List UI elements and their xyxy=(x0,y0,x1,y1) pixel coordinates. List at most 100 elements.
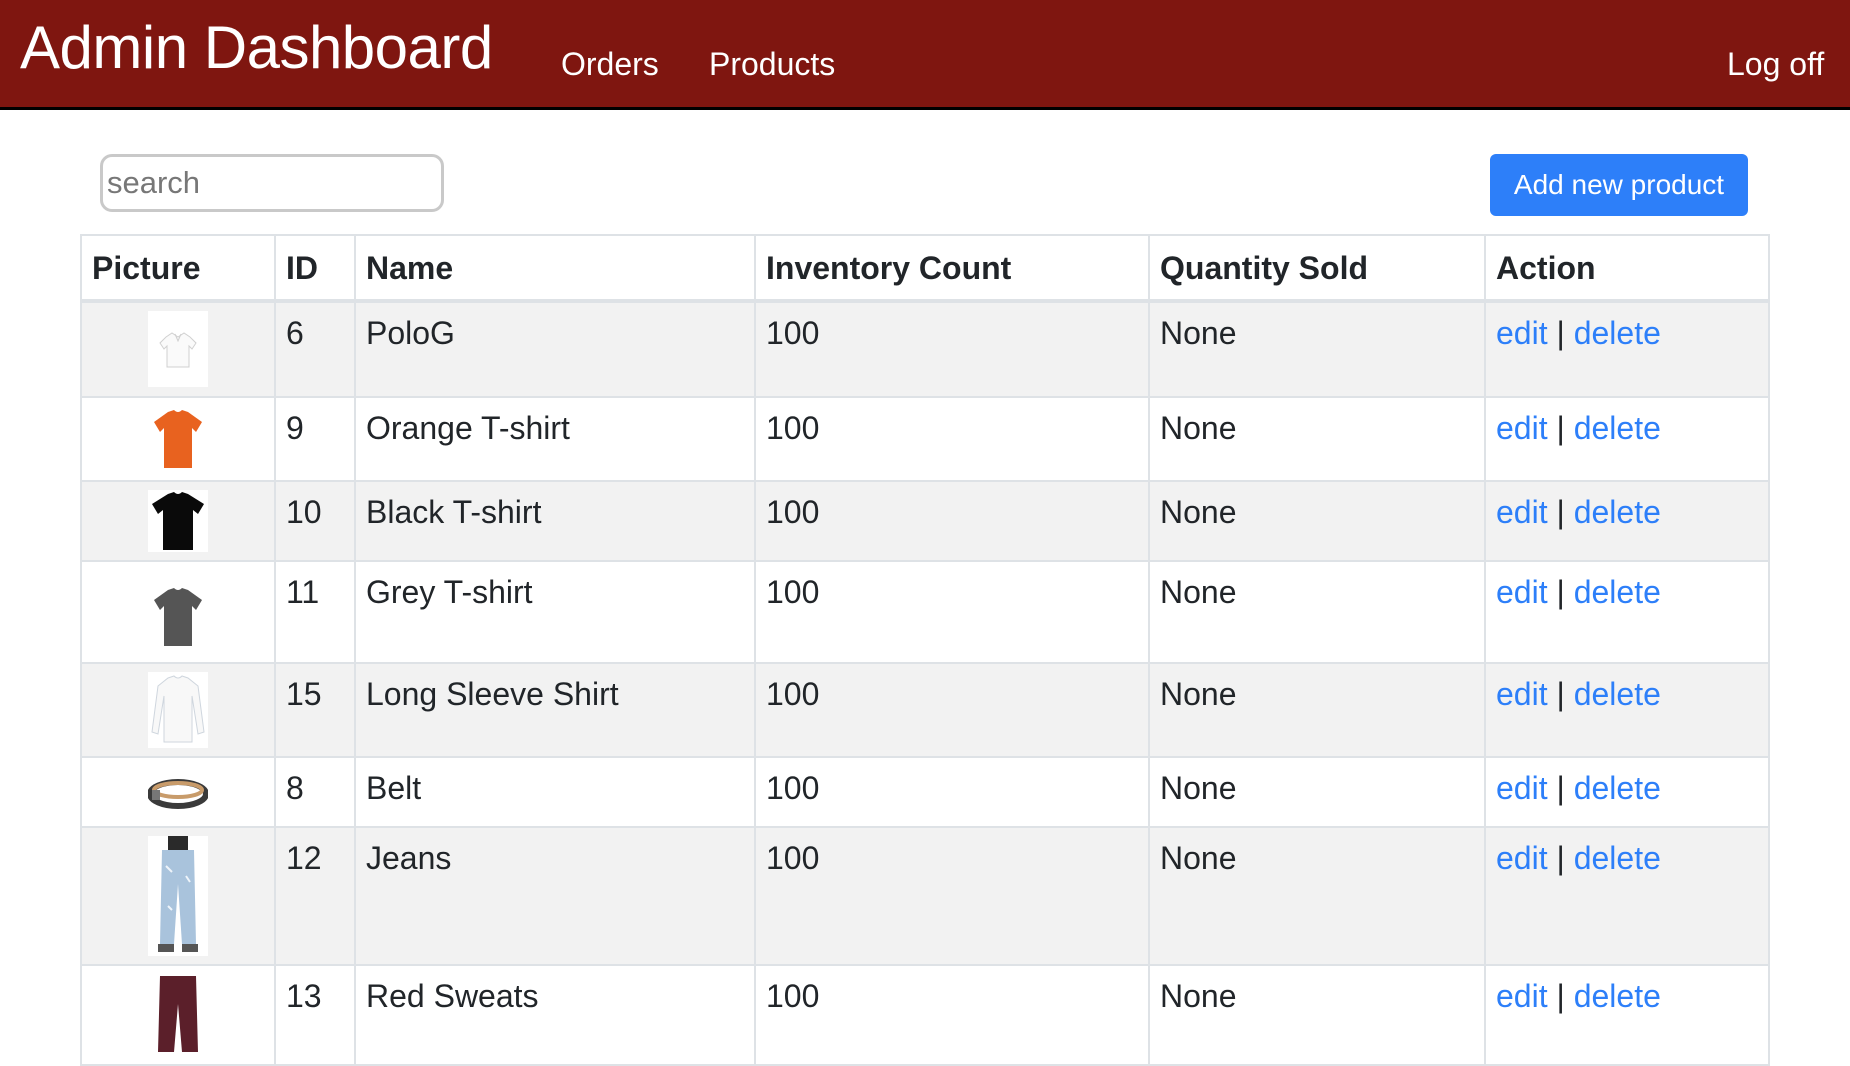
action-separator: | xyxy=(1556,574,1565,610)
action-cell: edit | delete xyxy=(1484,826,1770,966)
name-cell: Red Sweats xyxy=(354,964,756,1066)
edit-link[interactable]: edit xyxy=(1496,574,1548,610)
brand-title[interactable]: Admin Dashboard xyxy=(20,18,493,78)
id-cell: 11 xyxy=(274,560,356,664)
edit-link[interactable]: edit xyxy=(1496,676,1548,712)
inventory-cell: 100 xyxy=(754,396,1150,482)
action-cell: edit | delete xyxy=(1484,480,1770,562)
delete-link[interactable]: delete xyxy=(1574,978,1661,1014)
jeans-icon xyxy=(148,836,208,956)
add-new-product-button[interactable]: Add new product xyxy=(1490,154,1748,216)
delete-link[interactable]: delete xyxy=(1574,410,1661,446)
action-separator: | xyxy=(1556,840,1565,876)
action-cell: edit | delete xyxy=(1484,756,1770,828)
nav-orders[interactable]: Orders xyxy=(561,48,659,80)
table-row: 10 Black T-shirt 100 None edit | delete xyxy=(80,480,1770,562)
inventory-cell: 100 xyxy=(754,300,1150,398)
name-cell: Black T-shirt xyxy=(354,480,756,562)
name-cell: PoloG xyxy=(354,300,756,398)
edit-link[interactable]: edit xyxy=(1496,840,1548,876)
delete-link[interactable]: delete xyxy=(1574,494,1661,530)
action-separator: | xyxy=(1556,315,1565,351)
action-cell: edit | delete xyxy=(1484,662,1770,758)
header-quantity-sold: Quantity Sold xyxy=(1148,234,1486,303)
products-table-container: Picture ID Name Inventory Count Quantity… xyxy=(80,234,1770,1066)
action-cell: edit | delete xyxy=(1484,560,1770,664)
black-tshirt-icon xyxy=(148,490,208,552)
id-cell: 9 xyxy=(274,396,356,482)
table-row: 8 Belt 100 None edit | delete xyxy=(80,756,1770,828)
table-row: 6 PoloG 100 None edit | delete xyxy=(80,300,1770,398)
delete-link[interactable]: delete xyxy=(1574,574,1661,610)
picture-cell xyxy=(80,756,276,828)
name-cell: Belt xyxy=(354,756,756,828)
header-inventory-count: Inventory Count xyxy=(754,234,1150,303)
id-cell: 6 xyxy=(274,300,356,398)
picture-cell xyxy=(80,396,276,482)
inventory-cell: 100 xyxy=(754,826,1150,966)
id-cell: 15 xyxy=(274,662,356,758)
action-separator: | xyxy=(1556,410,1565,446)
picture-cell xyxy=(80,300,276,398)
edit-link[interactable]: edit xyxy=(1496,494,1548,530)
inventory-cell: 100 xyxy=(754,964,1150,1066)
action-cell: edit | delete xyxy=(1484,396,1770,482)
sold-cell: None xyxy=(1148,964,1486,1066)
search-input[interactable] xyxy=(100,154,444,212)
picture-cell xyxy=(80,560,276,664)
id-cell: 8 xyxy=(274,756,356,828)
edit-link[interactable]: edit xyxy=(1496,315,1548,351)
table-header-row: Picture ID Name Inventory Count Quantity… xyxy=(80,234,1770,303)
delete-link[interactable]: delete xyxy=(1574,315,1661,351)
white-polo-icon xyxy=(148,311,208,387)
sold-cell: None xyxy=(1148,300,1486,398)
red-sweats-icon xyxy=(148,974,208,1054)
edit-link[interactable]: edit xyxy=(1496,410,1548,446)
delete-link[interactable]: delete xyxy=(1574,676,1661,712)
edit-link[interactable]: edit xyxy=(1496,978,1548,1014)
header-action: Action xyxy=(1484,234,1770,303)
logoff-link[interactable]: Log off xyxy=(1727,48,1824,80)
delete-link[interactable]: delete xyxy=(1574,840,1661,876)
action-separator: | xyxy=(1556,676,1565,712)
action-separator: | xyxy=(1556,494,1565,530)
id-cell: 13 xyxy=(274,964,356,1066)
sold-cell: None xyxy=(1148,756,1486,828)
nav-products[interactable]: Products xyxy=(709,48,835,80)
header-name: Name xyxy=(354,234,756,303)
sold-cell: None xyxy=(1148,826,1486,966)
id-cell: 10 xyxy=(274,480,356,562)
picture-cell xyxy=(80,480,276,562)
orange-tshirt-icon xyxy=(148,406,208,472)
action-cell: edit | delete xyxy=(1484,300,1770,398)
id-cell: 12 xyxy=(274,826,356,966)
white-longsleeve-icon xyxy=(148,672,208,748)
inventory-cell: 100 xyxy=(754,756,1150,828)
inventory-cell: 100 xyxy=(754,662,1150,758)
inventory-cell: 100 xyxy=(754,480,1150,562)
table-row: 15 Long Sleeve Shirt 100 None edit | del… xyxy=(80,662,1770,758)
products-table: Picture ID Name Inventory Count Quantity… xyxy=(80,234,1770,1066)
picture-cell xyxy=(80,964,276,1066)
header-picture: Picture xyxy=(80,234,276,303)
action-separator: | xyxy=(1556,978,1565,1014)
picture-cell xyxy=(80,826,276,966)
sold-cell: None xyxy=(1148,480,1486,562)
sold-cell: None xyxy=(1148,560,1486,664)
table-row: 13 Red Sweats 100 None edit | delete xyxy=(80,964,1770,1066)
picture-cell xyxy=(80,662,276,758)
action-separator: | xyxy=(1556,770,1565,806)
name-cell: Grey T-shirt xyxy=(354,560,756,664)
table-row: 12 Jeans 100 None edit | delete xyxy=(80,826,1770,966)
sold-cell: None xyxy=(1148,662,1486,758)
name-cell: Jeans xyxy=(354,826,756,966)
table-row: 11 Grey T-shirt 100 None edit | delete xyxy=(80,560,1770,664)
top-navbar: Admin Dashboard Orders Products Log off xyxy=(0,0,1850,110)
grey-tshirt-icon xyxy=(148,570,208,654)
name-cell: Orange T-shirt xyxy=(354,396,756,482)
action-cell: edit | delete xyxy=(1484,964,1770,1066)
edit-link[interactable]: edit xyxy=(1496,770,1548,806)
inventory-cell: 100 xyxy=(754,560,1150,664)
table-row: 9 Orange T-shirt 100 None edit | delete xyxy=(80,396,1770,482)
delete-link[interactable]: delete xyxy=(1574,770,1661,806)
